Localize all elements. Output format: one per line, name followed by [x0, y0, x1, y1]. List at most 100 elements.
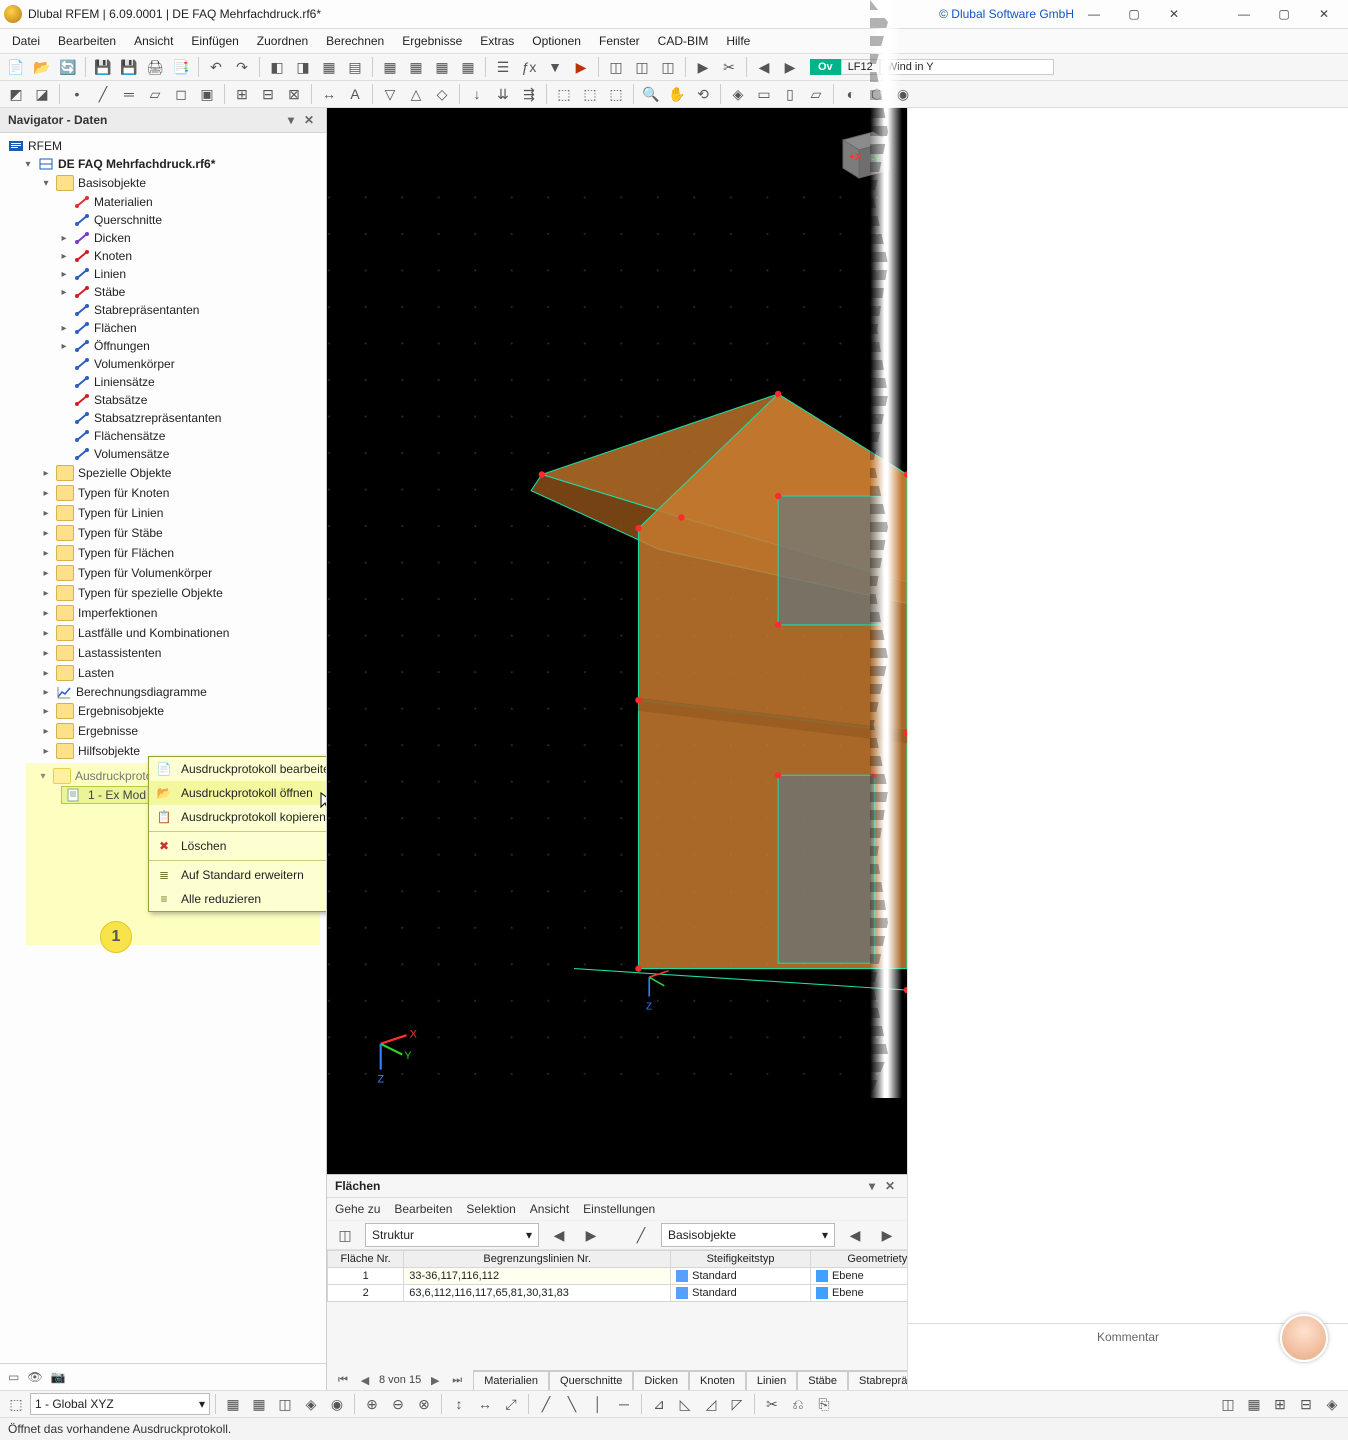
grid4-icon[interactable]: ▦ — [456, 55, 480, 79]
menu-hilfe[interactable]: Hilfe — [718, 32, 758, 50]
bt4-icon[interactable]: ◈ — [299, 1392, 323, 1416]
sup1-icon[interactable]: ▽ — [378, 82, 402, 106]
fl-ic2[interactable]: ╱ — [629, 1223, 653, 1247]
ctx-open[interactable]: 📂Ausdruckprotokoll öffnen — [149, 781, 326, 805]
bt19-icon[interactable]: ◸ — [725, 1392, 749, 1416]
reload-icon[interactable]: 🔄 — [56, 55, 80, 79]
fl-sel[interactable]: Selektion — [466, 1202, 515, 1216]
tree-item[interactable]: ▸Stäbe — [54, 284, 326, 300]
ctx-expand[interactable]: ≣Auf Standard erweitern — [149, 863, 326, 887]
set3-icon[interactable]: ⊠ — [282, 82, 306, 106]
menu-zuordnen[interactable]: Zuordnen — [249, 32, 316, 50]
tree-folder[interactable]: ▸Typen für Volumenkörper — [36, 564, 326, 582]
grid1-icon[interactable]: ▦ — [378, 55, 402, 79]
tree-basis[interactable]: ▾Basisobjekte — [36, 174, 326, 192]
view3-icon[interactable]: ⬚ — [604, 82, 628, 106]
close-button[interactable]: ✕ — [1304, 1, 1344, 27]
render-icon[interactable]: ◉ — [891, 82, 915, 106]
tree-folder[interactable]: ▸Typen für spezielle Objekte — [36, 584, 326, 602]
load1-icon[interactable]: ↓ — [465, 82, 489, 106]
fl-ic1[interactable]: ◫ — [333, 1223, 357, 1247]
bt-r2-icon[interactable]: ▦ — [1242, 1392, 1266, 1416]
menu-optionen[interactable]: Optionen — [524, 32, 589, 50]
sup3-icon[interactable]: ◇ — [430, 82, 454, 106]
tree-item[interactable]: ▸Öffnungen — [54, 338, 326, 354]
sup2-icon[interactable]: △ — [404, 82, 428, 106]
fl-left2-icon[interactable]: ◀ — [843, 1223, 867, 1247]
brand-link[interactable]: © Dlubal Software GmbH — [939, 7, 1074, 21]
fl-close-icon[interactable]: ✕ — [881, 1177, 899, 1195]
bt-r5-icon[interactable]: ◈ — [1320, 1392, 1344, 1416]
tab-linien[interactable]: Linien — [746, 1371, 797, 1390]
set2-icon[interactable]: ⊟ — [256, 82, 280, 106]
fl-settings[interactable]: Einstellungen — [583, 1202, 655, 1216]
tree-item[interactable]: Flächensätze — [54, 428, 326, 444]
iso-icon[interactable]: ◈ — [726, 82, 750, 106]
pin-icon[interactable]: ▾ — [282, 111, 300, 129]
open-icon[interactable]: 📂 — [30, 55, 54, 79]
t2b-icon[interactable]: ◪ — [30, 82, 54, 106]
grid3-icon[interactable]: ▦ — [430, 55, 454, 79]
view1-icon[interactable]: ⬚ — [552, 82, 576, 106]
bt6-icon[interactable]: ⊕ — [360, 1392, 384, 1416]
side-icon[interactable]: ▯ — [778, 82, 802, 106]
eye-icon[interactable]: 👁 — [27, 1370, 42, 1384]
pager-prev-icon[interactable]: ◀ — [357, 1372, 373, 1388]
tree-folder[interactable]: ▸Ergebnisse — [36, 722, 326, 740]
tree-item[interactable]: Querschnitte — [54, 212, 326, 228]
res1-icon[interactable]: ◫ — [604, 55, 628, 79]
mdi-close-button[interactable]: ✕ — [1154, 1, 1194, 27]
menu-datei[interactable]: Datei — [4, 32, 48, 50]
bt11-icon[interactable]: ⤢ — [499, 1392, 523, 1416]
bt-r1-icon[interactable]: ◫ — [1216, 1392, 1240, 1416]
surface-icon[interactable]: ▱ — [143, 82, 167, 106]
tree-folder[interactable]: ▸Lastassistenten — [36, 644, 326, 662]
printout-icon[interactable]: 📑 — [169, 55, 193, 79]
tree-item[interactable]: Stabsätze — [54, 392, 326, 408]
menu-einfuegen[interactable]: Einfügen — [183, 32, 246, 50]
text-icon[interactable]: A — [343, 82, 367, 106]
view2-icon[interactable]: ⬚ — [578, 82, 602, 106]
solid-icon[interactable]: ▣ — [195, 82, 219, 106]
navigator-tree[interactable]: RFEM ▾DE FAQ Mehrfachdruck.rf6* ▾Basisob… — [0, 133, 326, 1363]
load2-icon[interactable]: ⇊ — [491, 82, 515, 106]
bt7-icon[interactable]: ⊖ — [386, 1392, 410, 1416]
tree-folder[interactable]: ▸Lasten — [36, 664, 326, 682]
menu-berechnen[interactable]: Berechnen — [318, 32, 392, 50]
wire-icon[interactable]: ⬡ — [865, 82, 889, 106]
pager-last-icon[interactable]: ⏭ — [449, 1372, 465, 1388]
tree-folder[interactable]: ▸Imperfektionen — [36, 604, 326, 622]
table-row[interactable]: 1 33-36,117,116,112 Standard Ebene 1 — [328, 1268, 908, 1285]
nav-tab-icon[interactable]: ▭ — [8, 1370, 19, 1384]
tree-item[interactable]: Stabrepräsentanten — [54, 302, 326, 318]
ctx-delete[interactable]: ✖Löschen — [149, 834, 326, 858]
tab-materialien[interactable]: Materialien — [473, 1371, 549, 1390]
t2a-icon[interactable]: ◩ — [4, 82, 28, 106]
list-icon[interactable]: ☰ — [491, 55, 515, 79]
fl-right2-icon[interactable]: ▶ — [875, 1223, 899, 1247]
menu-bearbeiten[interactable]: Bearbeiten — [50, 32, 124, 50]
tree-item[interactable]: ▸Flächen — [54, 320, 326, 336]
tree-folder[interactable]: ▸Typen für Stäbe — [36, 524, 326, 542]
save-icon[interactable]: 💾 — [91, 55, 115, 79]
tree-item[interactable]: Volumensätze — [54, 446, 326, 462]
mdi-minimize-button[interactable]: — — [1074, 1, 1114, 27]
bt5-icon[interactable]: ◉ — [325, 1392, 349, 1416]
bt16-icon[interactable]: ⊿ — [647, 1392, 671, 1416]
bt-ks-icon[interactable]: ⬚ — [4, 1392, 28, 1416]
bt-r3-icon[interactable]: ⊞ — [1268, 1392, 1292, 1416]
bt15-icon[interactable]: ─ — [612, 1392, 636, 1416]
pager-first-icon[interactable]: ⏮ — [335, 1372, 351, 1388]
tab-stabrep[interactable]: Stabrepräsenta — [848, 1371, 907, 1390]
navigation-cube[interactable]: +X -Y — [831, 120, 895, 184]
menu-ergebnisse[interactable]: Ergebnisse — [394, 32, 470, 50]
member-icon[interactable]: ═ — [117, 82, 141, 106]
rotate-icon[interactable]: ⟲ — [691, 82, 715, 106]
bt9-icon[interactable]: ↕ — [447, 1392, 471, 1416]
calc-icon[interactable]: ▶ — [569, 55, 593, 79]
nav-close-icon[interactable]: ✕ — [300, 111, 318, 129]
tool4-icon[interactable]: ▤ — [343, 55, 367, 79]
maximize-button[interactable]: ▢ — [1264, 1, 1304, 27]
redo-icon[interactable]: ↷ — [230, 55, 254, 79]
node-icon[interactable]: • — [65, 82, 89, 106]
